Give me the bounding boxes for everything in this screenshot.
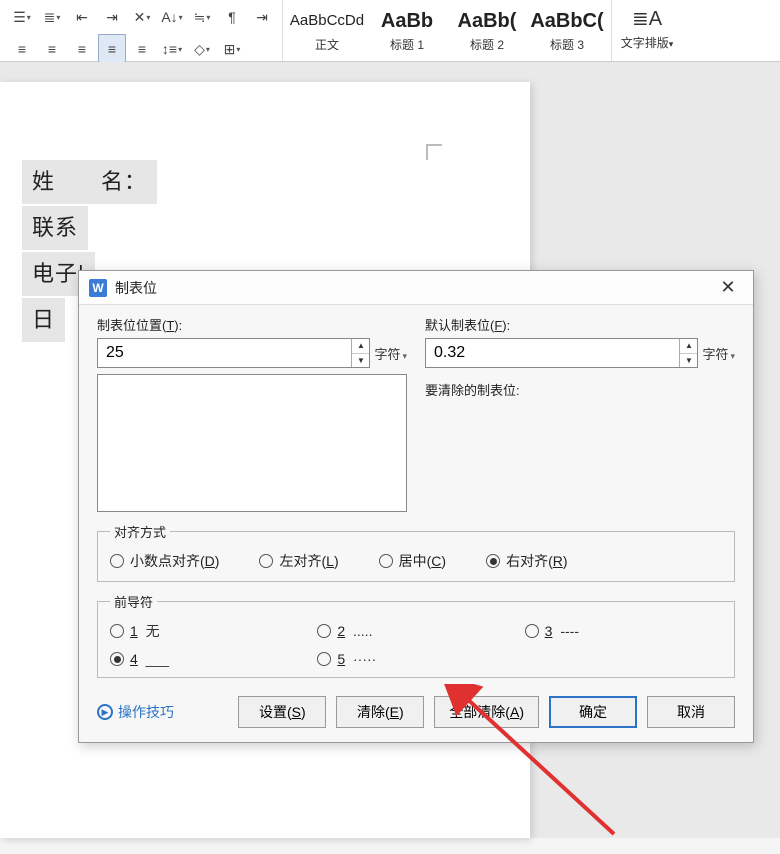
tabs-dialog: W 制表位 ✕ 制表位位置(T): ▲ ▼ xyxy=(78,270,754,743)
ok-button[interactable]: 确定 xyxy=(549,696,637,728)
radio-label: 左对齐(L) xyxy=(279,551,338,571)
clear-all-button[interactable]: 全部清除(A) xyxy=(434,696,539,728)
align-center-icon[interactable]: ≡ xyxy=(38,34,66,64)
tab-stops-listbox[interactable] xyxy=(97,374,407,512)
tabs-icon[interactable]: ⇥ xyxy=(248,2,276,32)
spin-up-icon[interactable]: ▲ xyxy=(352,339,369,354)
clear-list-label: 要清除的制表位: xyxy=(425,380,735,399)
asian-layout-icon[interactable]: ≒ xyxy=(188,2,216,32)
style-caption: 标题 1 xyxy=(390,38,424,52)
leader-radio-0[interactable]: 1 无 xyxy=(110,621,307,641)
align-radio-1[interactable]: 左对齐(L) xyxy=(259,551,338,571)
doc-text: 日 xyxy=(22,298,65,342)
spin-up-icon[interactable]: ▲ xyxy=(680,339,697,354)
align-radio-0[interactable]: 小数点对齐(D) xyxy=(110,551,219,571)
justify-icon[interactable]: ≡ xyxy=(98,34,126,64)
spin-down-icon[interactable]: ▼ xyxy=(680,354,697,368)
spin-down-icon[interactable]: ▼ xyxy=(352,354,369,368)
tips-link[interactable]: ▶ 操作技巧 xyxy=(97,702,174,722)
close-icon[interactable]: ✕ xyxy=(713,277,743,298)
default-tab-label: 默认制表位(F): xyxy=(425,315,735,334)
radio-label: 4 ___ xyxy=(130,651,169,667)
dialog-title: 制表位 xyxy=(115,278,157,298)
align-right-icon[interactable]: ≡ xyxy=(68,34,96,64)
radio-icon xyxy=(379,554,393,568)
leader-group: 前导符 1 无 2 ..... 3 ---- 4 ___ 5 ····· xyxy=(97,592,735,678)
radio-icon xyxy=(259,554,273,568)
leader-radio-1[interactable]: 2 ..... xyxy=(317,621,514,641)
alignment-legend: 对齐方式 xyxy=(110,522,170,541)
radio-icon xyxy=(317,652,331,666)
line-spacing-icon[interactable]: ↕≡ xyxy=(158,34,186,64)
style-caption: 标题 2 xyxy=(470,38,504,52)
default-tab-input[interactable]: ▲ ▼ xyxy=(425,338,698,368)
radio-label: 2 ..... xyxy=(337,623,372,639)
borders-icon[interactable]: ⊞ xyxy=(218,34,246,64)
doc-text: 联系 xyxy=(22,206,88,250)
style-sample: AaBbCcDd xyxy=(287,6,367,36)
style-item-2[interactable]: AaBb( 标题 2 xyxy=(447,2,527,61)
style-caption: 正文 xyxy=(315,38,339,52)
doc-row: 联系 xyxy=(22,206,157,252)
align-radio-3[interactable]: 右对齐(R) xyxy=(486,551,567,571)
text-layout-button[interactable]: ≣A 文字排版▾ xyxy=(612,0,682,61)
text-layout-icon: ≣A xyxy=(612,4,682,34)
style-sample: AaBbC( xyxy=(527,6,607,36)
tab-position-unit[interactable]: 字符 xyxy=(374,344,407,363)
style-item-1[interactable]: AaBb 标题 1 xyxy=(367,2,447,61)
style-sample: AaBb xyxy=(367,6,447,36)
radio-label: 右对齐(R) xyxy=(506,551,567,571)
default-tab-unit[interactable]: 字符 xyxy=(702,344,735,363)
text-direction-icon[interactable]: A↓ xyxy=(158,2,186,32)
sort-icon[interactable]: ✕ xyxy=(128,2,156,32)
styles-group: AaBbCcDd 正文 AaBb 标题 1 AaBb( 标题 2 AaBbC( 标题 3 xyxy=(283,0,612,61)
tips-label: 操作技巧 xyxy=(118,702,174,722)
cancel-button[interactable]: 取消 xyxy=(647,696,735,728)
leader-radio-4[interactable]: 5 ····· xyxy=(317,651,514,667)
tab-position-field[interactable] xyxy=(98,339,351,367)
default-tab-field[interactable] xyxy=(426,339,679,367)
dialog-titlebar: W 制表位 ✕ xyxy=(79,271,753,305)
radio-label: 小数点对齐(D) xyxy=(130,551,219,571)
leader-legend: 前导符 xyxy=(110,592,157,611)
doc-row: 姓 名： xyxy=(22,160,157,206)
decrease-indent-icon[interactable]: ⇤ xyxy=(68,2,96,32)
style-caption: 标题 3 xyxy=(550,38,584,52)
numbering-icon[interactable]: ≣ xyxy=(38,2,66,32)
paragraph-group: ☰ ≣ ⇤ ⇥ ✕ A↓ ≒ ¶ ⇥ ≡ ≡ ≡ ≡ ≡ ↕≡ ◇ ⊞ xyxy=(6,0,283,61)
alignment-group: 对齐方式 小数点对齐(D) 左对齐(L) 居中(C) 右对齐(R) xyxy=(97,522,735,582)
leader-radio-2[interactable]: 3 ---- xyxy=(525,621,722,641)
tab-position-label: 制表位位置(T): xyxy=(97,315,407,334)
distribute-icon[interactable]: ≡ xyxy=(128,34,156,64)
doc-text: 姓 名： xyxy=(22,160,157,204)
shading-icon[interactable]: ◇ xyxy=(188,34,216,64)
increase-indent-icon[interactable]: ⇥ xyxy=(98,2,126,32)
clear-button[interactable]: 清除(E) xyxy=(336,696,424,728)
radio-label: 1 无 xyxy=(130,621,160,641)
radio-icon xyxy=(110,624,124,638)
style-item-3[interactable]: AaBbC( 标题 3 xyxy=(527,2,607,61)
align-left-icon[interactable]: ≡ xyxy=(8,34,36,64)
radio-icon xyxy=(525,624,539,638)
align-radio-2[interactable]: 居中(C) xyxy=(379,551,446,571)
bullets-icon[interactable]: ☰ xyxy=(8,2,36,32)
text-layout-label: 文字排版 xyxy=(621,36,669,50)
show-marks-icon[interactable]: ¶ xyxy=(218,2,246,32)
app-logo-icon: W xyxy=(89,279,107,297)
set-button[interactable]: 设置(S) xyxy=(238,696,326,728)
radio-label: 3 ---- xyxy=(545,623,579,639)
document-area: 姓 名：联系电子|日 W 制表位 ✕ 制表位位置(T): ▲ xyxy=(0,62,780,838)
style-sample: AaBb( xyxy=(447,6,527,36)
ribbon-toolbar: ☰ ≣ ⇤ ⇥ ✕ A↓ ≒ ¶ ⇥ ≡ ≡ ≡ ≡ ≡ ↕≡ ◇ ⊞ AaBb… xyxy=(0,0,780,62)
play-icon: ▶ xyxy=(97,704,113,720)
style-item-0[interactable]: AaBbCcDd 正文 xyxy=(287,2,367,61)
tab-position-input[interactable]: ▲ ▼ xyxy=(97,338,370,368)
radio-icon xyxy=(486,554,500,568)
radio-label: 5 ····· xyxy=(337,651,376,667)
radio-icon xyxy=(110,554,124,568)
radio-icon xyxy=(317,624,331,638)
leader-radio-3[interactable]: 4 ___ xyxy=(110,651,307,667)
radio-icon xyxy=(110,652,124,666)
radio-label: 居中(C) xyxy=(399,551,446,571)
